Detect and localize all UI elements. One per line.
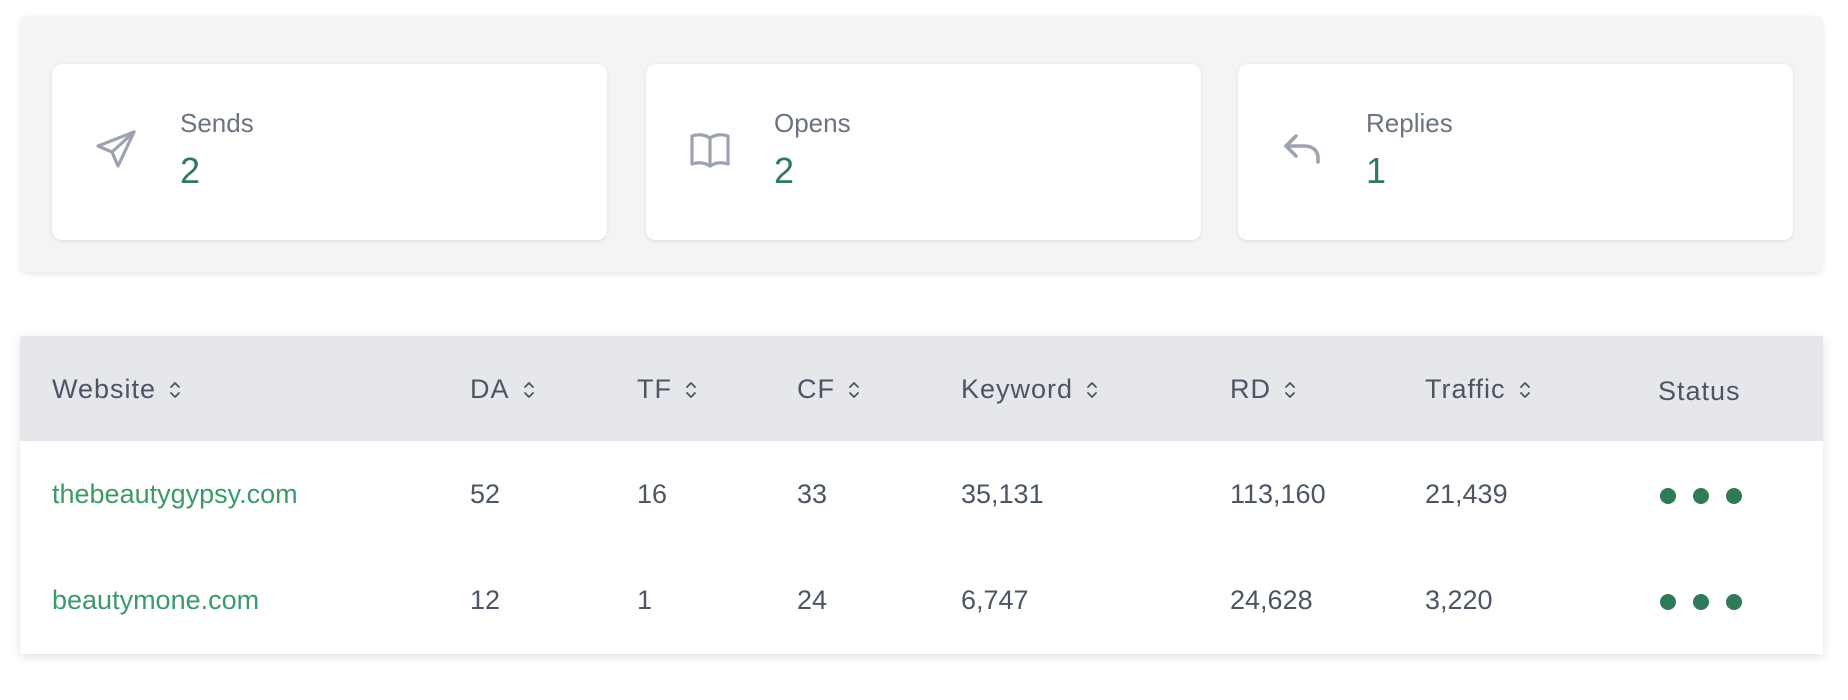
- column-label: TF: [637, 374, 672, 404]
- traffic-cell: 21,439: [1425, 479, 1508, 509]
- dot: [1693, 594, 1709, 610]
- column-label: Keyword: [961, 374, 1074, 404]
- column-label: DA: [470, 374, 510, 404]
- stat-card-sends: Sends 2: [52, 64, 607, 240]
- column-header-da[interactable]: DA: [470, 374, 536, 405]
- book-open-icon: [686, 126, 734, 174]
- sort-icon[interactable]: [1518, 379, 1532, 401]
- column-header-status: Status: [1658, 376, 1741, 407]
- stat-value: 2: [180, 150, 201, 191]
- sort-icon[interactable]: [684, 379, 698, 401]
- keyword-cell: 6,747: [961, 585, 1029, 615]
- stat-label: Replies: [1366, 108, 1453, 138]
- table-header: Website DA TF CF Keyword RD Traffic Stat…: [20, 336, 1823, 441]
- send-icon: [92, 126, 140, 174]
- cf-cell: 33: [797, 479, 828, 509]
- status-more-icon[interactable]: [1660, 594, 1742, 610]
- column-label: Status: [1658, 376, 1741, 406]
- column-label: Website: [52, 374, 157, 404]
- column-header-tf[interactable]: TF: [637, 374, 698, 405]
- keyword-cell: 35,131: [961, 479, 1044, 509]
- dot: [1660, 488, 1676, 504]
- stat-label: Sends: [180, 108, 254, 138]
- tf-cell: 1: [637, 585, 653, 615]
- stats-panel: Sends 2 Opens 2 Replies 1: [20, 16, 1823, 272]
- sort-icon[interactable]: [168, 379, 182, 401]
- rd-cell: 113,160: [1230, 479, 1326, 509]
- dot: [1726, 488, 1742, 504]
- website-link[interactable]: thebeautygypsy.com: [52, 479, 298, 510]
- status-more-icon[interactable]: [1660, 488, 1742, 504]
- rd-cell: 24,628: [1230, 585, 1313, 615]
- dot: [1660, 594, 1676, 610]
- reply-icon: [1278, 126, 1326, 174]
- stat-card-opens: Opens 2: [646, 64, 1201, 240]
- column-header-traffic[interactable]: Traffic: [1425, 374, 1532, 405]
- traffic-cell: 3,220: [1425, 585, 1493, 615]
- sort-icon[interactable]: [1085, 379, 1099, 401]
- table-row: beautymone.com 12 1 24 6,747 24,628 3,22…: [20, 547, 1823, 653]
- stat-value: 1: [1366, 150, 1387, 191]
- column-label: CF: [797, 374, 835, 404]
- websites-table: Website DA TF CF Keyword RD Traffic Stat…: [20, 336, 1823, 654]
- dot: [1693, 488, 1709, 504]
- column-label: RD: [1230, 374, 1271, 404]
- da-cell: 52: [470, 479, 501, 509]
- website-link[interactable]: beautymone.com: [52, 585, 259, 616]
- stat-label: Opens: [774, 108, 851, 138]
- tf-cell: 16: [637, 479, 668, 509]
- table-row: thebeautygypsy.com 52 16 33 35,131 113,1…: [20, 441, 1823, 547]
- da-cell: 12: [470, 585, 501, 615]
- dot: [1726, 594, 1742, 610]
- stat-card-replies: Replies 1: [1238, 64, 1793, 240]
- column-header-rd[interactable]: RD: [1230, 374, 1297, 405]
- stat-value: 2: [774, 150, 795, 191]
- cf-cell: 24: [797, 585, 828, 615]
- column-header-keyword[interactable]: Keyword: [961, 374, 1099, 405]
- sort-icon[interactable]: [522, 379, 536, 401]
- sort-icon[interactable]: [1283, 379, 1297, 401]
- column-label: Traffic: [1425, 374, 1506, 404]
- column-header-cf[interactable]: CF: [797, 374, 861, 405]
- sort-icon[interactable]: [847, 379, 861, 401]
- column-header-website[interactable]: Website: [52, 374, 182, 405]
